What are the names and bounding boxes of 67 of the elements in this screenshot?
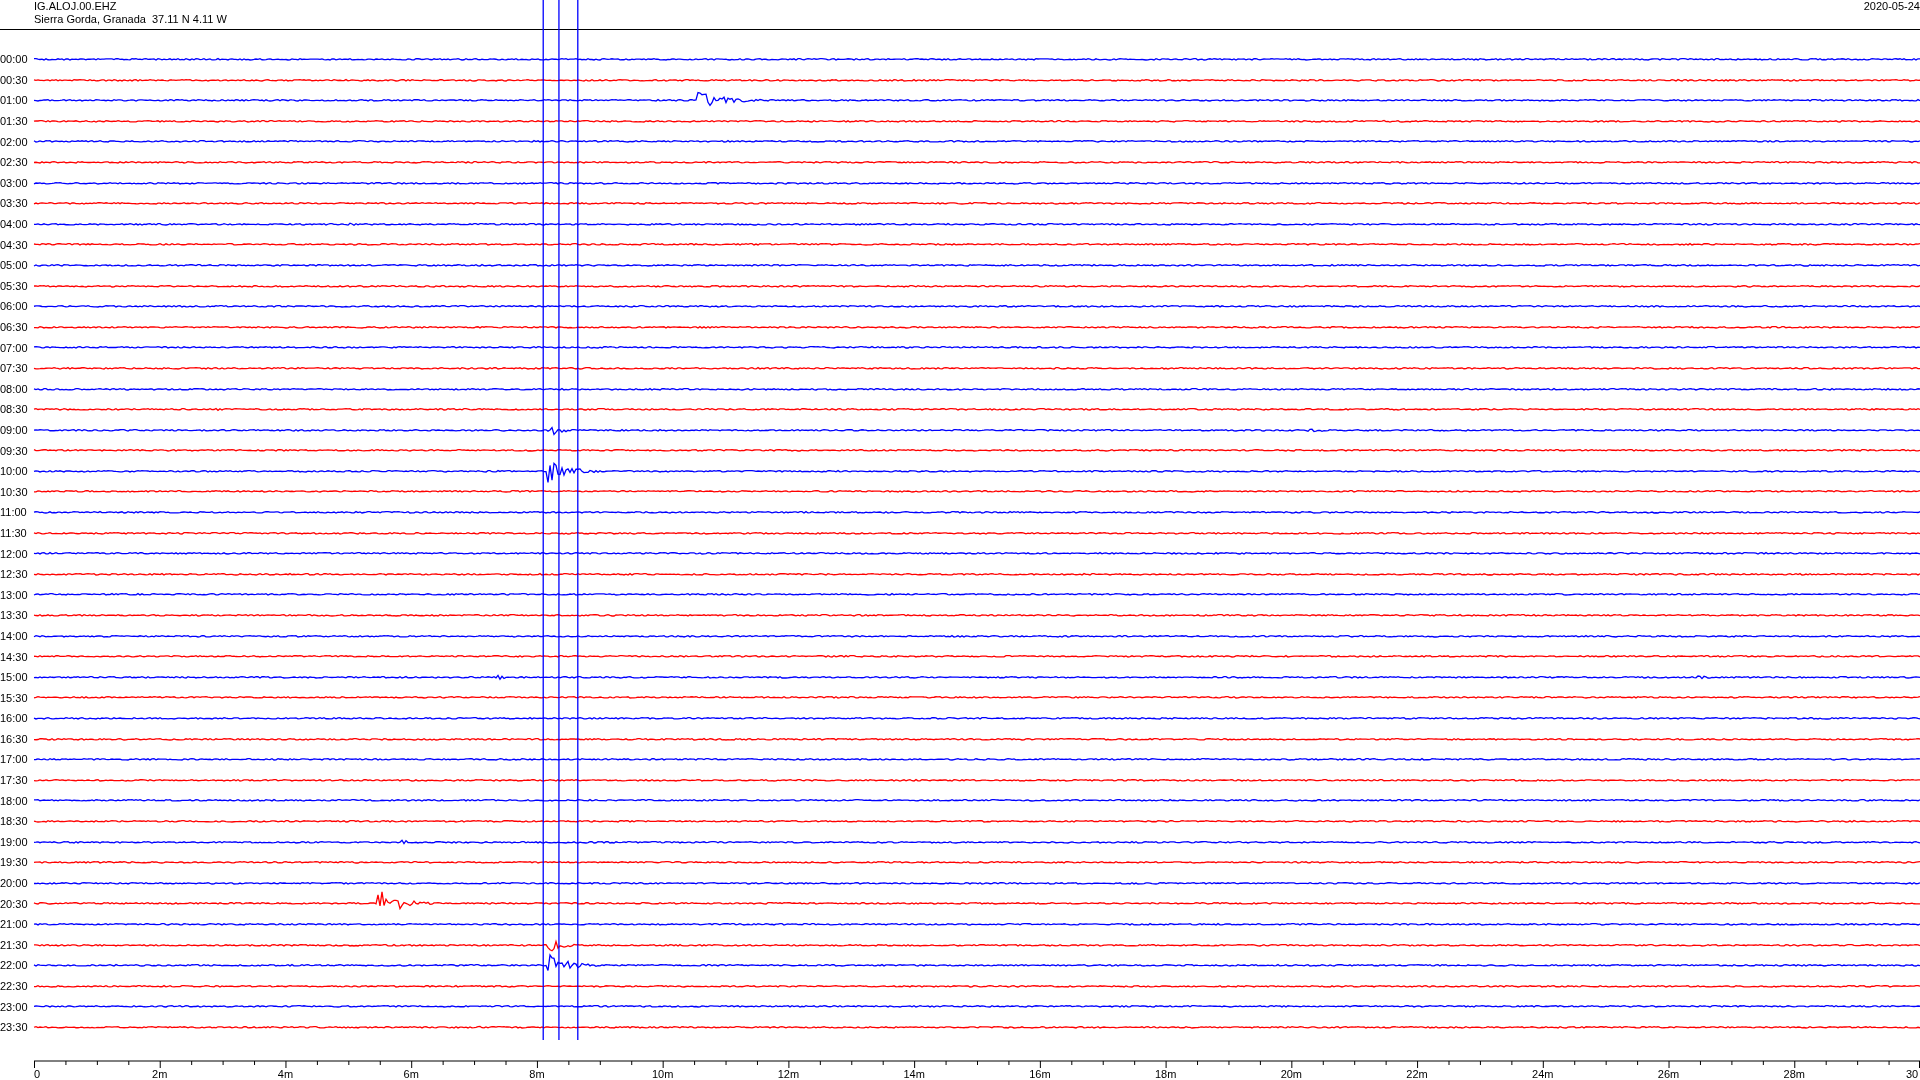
time-label: 00:30 xyxy=(0,73,29,86)
time-label: 14:30 xyxy=(0,650,29,663)
time-label: 07:30 xyxy=(0,362,29,375)
tick-label: 26m xyxy=(1657,1067,1680,1080)
tick-label: 24m xyxy=(1532,1067,1554,1080)
tick-label: 12m xyxy=(777,1067,800,1080)
time-label: 02:30 xyxy=(0,156,29,169)
time-label: 14:00 xyxy=(0,629,29,642)
tick-label: 8m xyxy=(529,1067,545,1080)
time-label: 03:30 xyxy=(0,197,29,210)
tick-label: 2m xyxy=(152,1067,168,1080)
time-label: 16:00 xyxy=(0,712,29,725)
tick-label: 4m xyxy=(277,1067,294,1080)
time-label: 02:00 xyxy=(0,135,29,148)
time-label: 04:30 xyxy=(0,238,29,251)
tick-label: 10m xyxy=(651,1067,674,1080)
time-label: 07:00 xyxy=(0,341,29,354)
time-label: 18:30 xyxy=(0,815,29,828)
time-label: 08:00 xyxy=(0,382,29,395)
tick-label: 20m xyxy=(1280,1067,1303,1080)
time-label: 23:30 xyxy=(0,1021,29,1034)
time-label: 10:00 xyxy=(0,465,29,478)
time-label: 01:00 xyxy=(0,94,29,107)
date-label: 2020-05-24 xyxy=(1863,0,1920,14)
time-label: 16:30 xyxy=(0,732,29,745)
tick-label: 0 xyxy=(33,1067,41,1080)
time-label: 22:30 xyxy=(0,980,29,992)
time-label: 21:00 xyxy=(0,918,29,931)
tick-label: 16m xyxy=(1029,1067,1051,1080)
time-label: 15:00 xyxy=(0,671,29,684)
time-label: 19:30 xyxy=(0,856,29,869)
tick-label: 14m xyxy=(903,1067,925,1080)
tick-label: 18m xyxy=(1154,1067,1177,1080)
time-label: 22:00 xyxy=(0,959,29,972)
time-label: 05:30 xyxy=(0,279,29,292)
time-label: 06:30 xyxy=(0,321,29,333)
station-code: IG.ALOJ.00.EHZ xyxy=(34,0,118,13)
time-label: 18:00 xyxy=(0,794,29,807)
time-label: 03:00 xyxy=(0,176,29,189)
time-label: 00:00 xyxy=(0,53,29,66)
tick-label: 6m xyxy=(403,1067,419,1080)
tick-label: 30 xyxy=(1905,1067,1919,1080)
time-label: 19:00 xyxy=(0,835,29,848)
time-label: 09:30 xyxy=(0,444,29,457)
time-label: 08:30 xyxy=(0,403,29,416)
tick-label: 28m xyxy=(1783,1067,1805,1080)
time-label: 20:00 xyxy=(0,877,29,890)
time-label: 04:00 xyxy=(0,218,29,231)
time-label: 05:00 xyxy=(0,259,29,272)
time-label: 11:30 xyxy=(0,526,28,539)
time-label: 12:30 xyxy=(0,568,29,581)
time-label: 11:00 xyxy=(0,506,28,519)
time-label: 10:30 xyxy=(0,485,29,498)
time-label: 21:30 xyxy=(0,938,29,951)
time-label: 20:30 xyxy=(0,897,29,910)
time-label: 13:00 xyxy=(0,588,29,601)
time-label: 17:30 xyxy=(0,774,29,787)
tick-label: 22m xyxy=(1406,1067,1428,1080)
time-label: 15:30 xyxy=(0,691,29,704)
time-label: 13:30 xyxy=(0,609,29,622)
station-location: Sierra Gorda, Granada 37.11 N 4.11 W xyxy=(34,13,227,26)
time-label: 12:00 xyxy=(0,547,29,560)
time-label: 23:00 xyxy=(0,1000,29,1013)
time-label: 09:00 xyxy=(0,424,29,436)
time-label: 01:30 xyxy=(0,115,29,128)
time-label: 06:00 xyxy=(0,300,29,313)
time-label: 17:00 xyxy=(0,753,29,766)
